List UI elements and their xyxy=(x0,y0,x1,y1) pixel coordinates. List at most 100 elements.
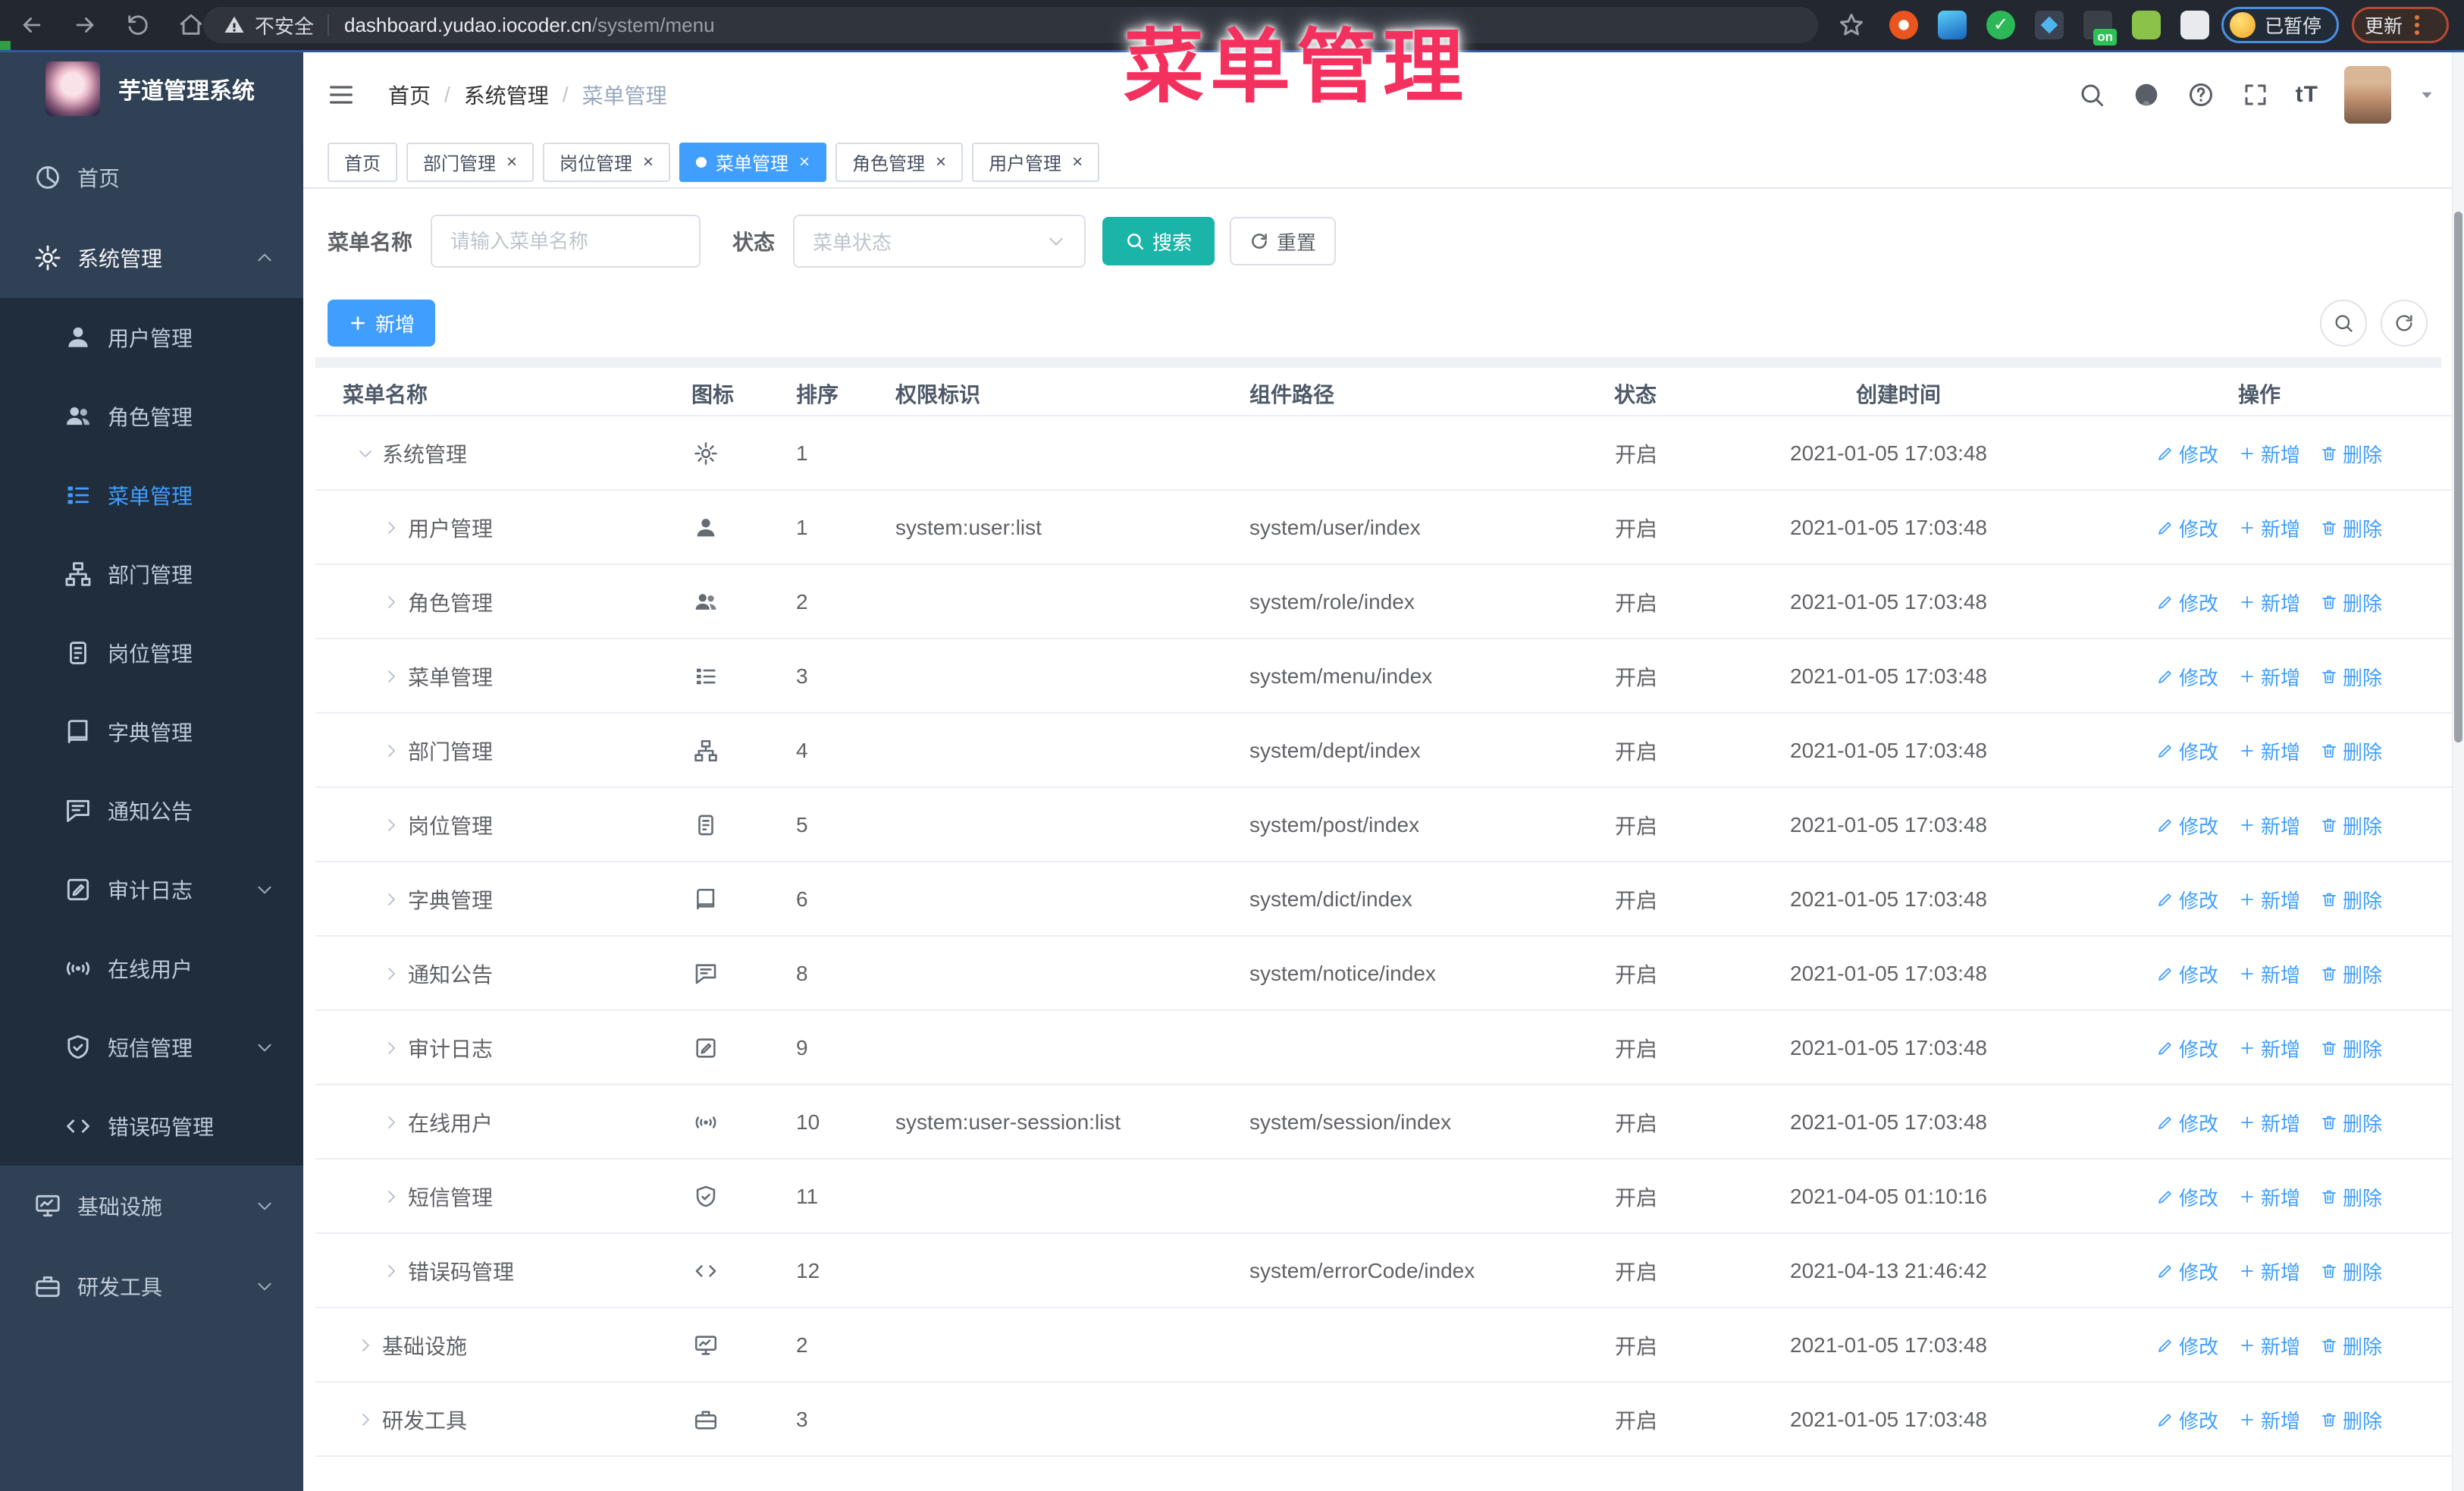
tab-close-icon[interactable]: × xyxy=(643,152,654,171)
delete-row-button[interactable]: 删除 xyxy=(2320,1183,2382,1211)
sidebar-item-9[interactable]: 审计日志 xyxy=(0,850,303,929)
tab-菜单管理[interactable]: 菜单管理 × xyxy=(679,142,827,182)
edit-row-button[interactable]: 修改 xyxy=(2156,440,2218,468)
avatar-caret-down-icon[interactable] xyxy=(2417,85,2437,105)
extension-icon[interactable] xyxy=(2132,11,2161,39)
add-row-button[interactable]: 新增 xyxy=(2238,589,2300,617)
edit-row-button[interactable]: 修改 xyxy=(2156,1034,2218,1063)
expand-arrow-icon[interactable] xyxy=(382,1011,400,1085)
search-button[interactable]: 搜索 xyxy=(1102,217,1215,265)
scrollbar-thumb[interactable] xyxy=(2454,212,2462,742)
edit-row-button[interactable]: 修改 xyxy=(2156,514,2218,542)
add-row-button[interactable]: 新增 xyxy=(2238,960,2300,988)
add-row-button[interactable]: 新增 xyxy=(2238,1257,2300,1285)
edit-row-button[interactable]: 修改 xyxy=(2156,1109,2218,1137)
fullscreen-icon[interactable] xyxy=(2241,80,2270,109)
browser-reload-icon[interactable] xyxy=(123,10,153,40)
menu-name-input[interactable] xyxy=(431,215,701,268)
browser-update-button[interactable]: 更新 xyxy=(2352,7,2449,43)
delete-row-button[interactable]: 删除 xyxy=(2320,886,2382,914)
add-row-button[interactable]: 新增 xyxy=(2238,514,2300,542)
help-icon[interactable] xyxy=(2187,80,2215,109)
github-icon[interactable] xyxy=(2132,80,2161,109)
sidebar-item-1[interactable]: 系统管理 xyxy=(0,218,303,298)
delete-row-button[interactable]: 删除 xyxy=(2320,514,2382,542)
delete-row-button[interactable]: 删除 xyxy=(2320,737,2382,765)
add-button[interactable]: 新增 xyxy=(328,300,435,347)
delete-row-button[interactable]: 删除 xyxy=(2320,1109,2382,1137)
delete-row-button[interactable]: 删除 xyxy=(2320,960,2382,988)
edit-row-button[interactable]: 修改 xyxy=(2156,960,2218,988)
sidebar-item-11[interactable]: 短信管理 xyxy=(0,1008,303,1087)
edit-row-button[interactable]: 修改 xyxy=(2156,811,2218,840)
edit-row-button[interactable]: 修改 xyxy=(2156,737,2218,765)
delete-row-button[interactable]: 删除 xyxy=(2320,663,2382,691)
sidebar-item-14[interactable]: 研发工具 xyxy=(0,1246,303,1326)
tab-用户管理[interactable]: 用户管理 × xyxy=(972,142,1100,182)
expand-arrow-icon[interactable] xyxy=(356,1308,375,1383)
extension-icon[interactable] xyxy=(1889,11,1918,39)
delete-row-button[interactable]: 删除 xyxy=(2320,1332,2382,1360)
add-row-button[interactable]: 新增 xyxy=(2238,1034,2300,1063)
show-search-toggle-button[interactable] xyxy=(2320,300,2367,347)
browser-menu-icon[interactable] xyxy=(2415,15,2420,35)
browser-forward-icon[interactable] xyxy=(70,10,100,40)
expand-arrow-icon[interactable] xyxy=(382,937,400,1011)
sidebar-item-2[interactable]: 用户管理 xyxy=(0,298,303,377)
edit-row-button[interactable]: 修改 xyxy=(2156,663,2218,691)
expand-arrow-icon[interactable] xyxy=(382,1085,400,1160)
expand-arrow-icon[interactable] xyxy=(382,714,400,788)
edit-row-button[interactable]: 修改 xyxy=(2156,1183,2218,1211)
expand-arrow-icon[interactable] xyxy=(356,416,375,491)
extension-puzzle-icon[interactable] xyxy=(2180,11,2209,39)
add-row-button[interactable]: 新增 xyxy=(2238,663,2300,691)
tab-部门管理[interactable]: 部门管理 × xyxy=(406,142,534,182)
delete-row-button[interactable]: 删除 xyxy=(2320,440,2382,468)
tab-角色管理[interactable]: 角色管理 × xyxy=(835,142,964,182)
extension-icon[interactable] xyxy=(1938,11,1967,39)
add-row-button[interactable]: 新增 xyxy=(2238,440,2300,468)
expand-arrow-icon[interactable] xyxy=(356,1383,375,1457)
tab-close-icon[interactable]: × xyxy=(799,152,810,171)
browser-back-icon[interactable] xyxy=(17,10,47,40)
add-row-button[interactable]: 新增 xyxy=(2238,1183,2300,1211)
page-scrollbar[interactable] xyxy=(2452,52,2464,1491)
paused-extension-badge[interactable]: 已暂停 xyxy=(2221,7,2340,43)
expand-arrow-icon[interactable] xyxy=(382,1160,400,1234)
expand-arrow-icon[interactable] xyxy=(382,1234,400,1308)
extension-icon[interactable] xyxy=(1986,11,2015,39)
edit-row-button[interactable]: 修改 xyxy=(2156,1332,2218,1360)
edit-row-button[interactable]: 修改 xyxy=(2156,589,2218,617)
browser-home-icon[interactable] xyxy=(176,10,206,40)
tab-岗位管理[interactable]: 岗位管理 × xyxy=(543,142,671,182)
delete-row-button[interactable]: 删除 xyxy=(2320,811,2382,840)
extension-icon[interactable]: on xyxy=(2083,11,2117,46)
user-avatar[interactable] xyxy=(2344,65,2391,124)
tab-close-icon[interactable]: × xyxy=(1072,152,1083,171)
refresh-table-button[interactable] xyxy=(2381,300,2428,347)
bookmark-star-icon[interactable] xyxy=(1838,11,1865,39)
delete-row-button[interactable]: 删除 xyxy=(2320,589,2382,617)
delete-row-button[interactable]: 删除 xyxy=(2320,1406,2382,1434)
edit-row-button[interactable]: 修改 xyxy=(2156,1257,2218,1285)
expand-arrow-icon[interactable] xyxy=(382,788,400,862)
expand-arrow-icon[interactable] xyxy=(382,565,400,639)
delete-row-button[interactable]: 删除 xyxy=(2320,1034,2382,1063)
tab-close-icon[interactable]: × xyxy=(506,152,517,171)
sidebar-item-4[interactable]: 菜单管理 xyxy=(0,456,303,535)
edit-row-button[interactable]: 修改 xyxy=(2156,886,2218,914)
sidebar-logo[interactable]: 芋道管理系统 xyxy=(0,52,303,125)
sidebar-item-8[interactable]: 通知公告 xyxy=(0,771,303,850)
sidebar-item-6[interactable]: 岗位管理 xyxy=(0,614,303,692)
sidebar-item-13[interactable]: 基础设施 xyxy=(0,1166,303,1246)
add-row-button[interactable]: 新增 xyxy=(2238,737,2300,765)
hamburger-icon[interactable] xyxy=(326,80,356,110)
breadcrumb-system[interactable]: 系统管理 xyxy=(464,80,549,110)
sidebar-item-10[interactable]: 在线用户 xyxy=(0,929,303,1008)
add-row-button[interactable]: 新增 xyxy=(2238,1406,2300,1434)
delete-row-button[interactable]: 删除 xyxy=(2320,1257,2382,1285)
add-row-button[interactable]: 新增 xyxy=(2238,1109,2300,1137)
sidebar-item-7[interactable]: 字典管理 xyxy=(0,692,303,771)
search-icon[interactable] xyxy=(2077,80,2106,109)
sidebar-item-12[interactable]: 错误码管理 xyxy=(0,1087,303,1166)
